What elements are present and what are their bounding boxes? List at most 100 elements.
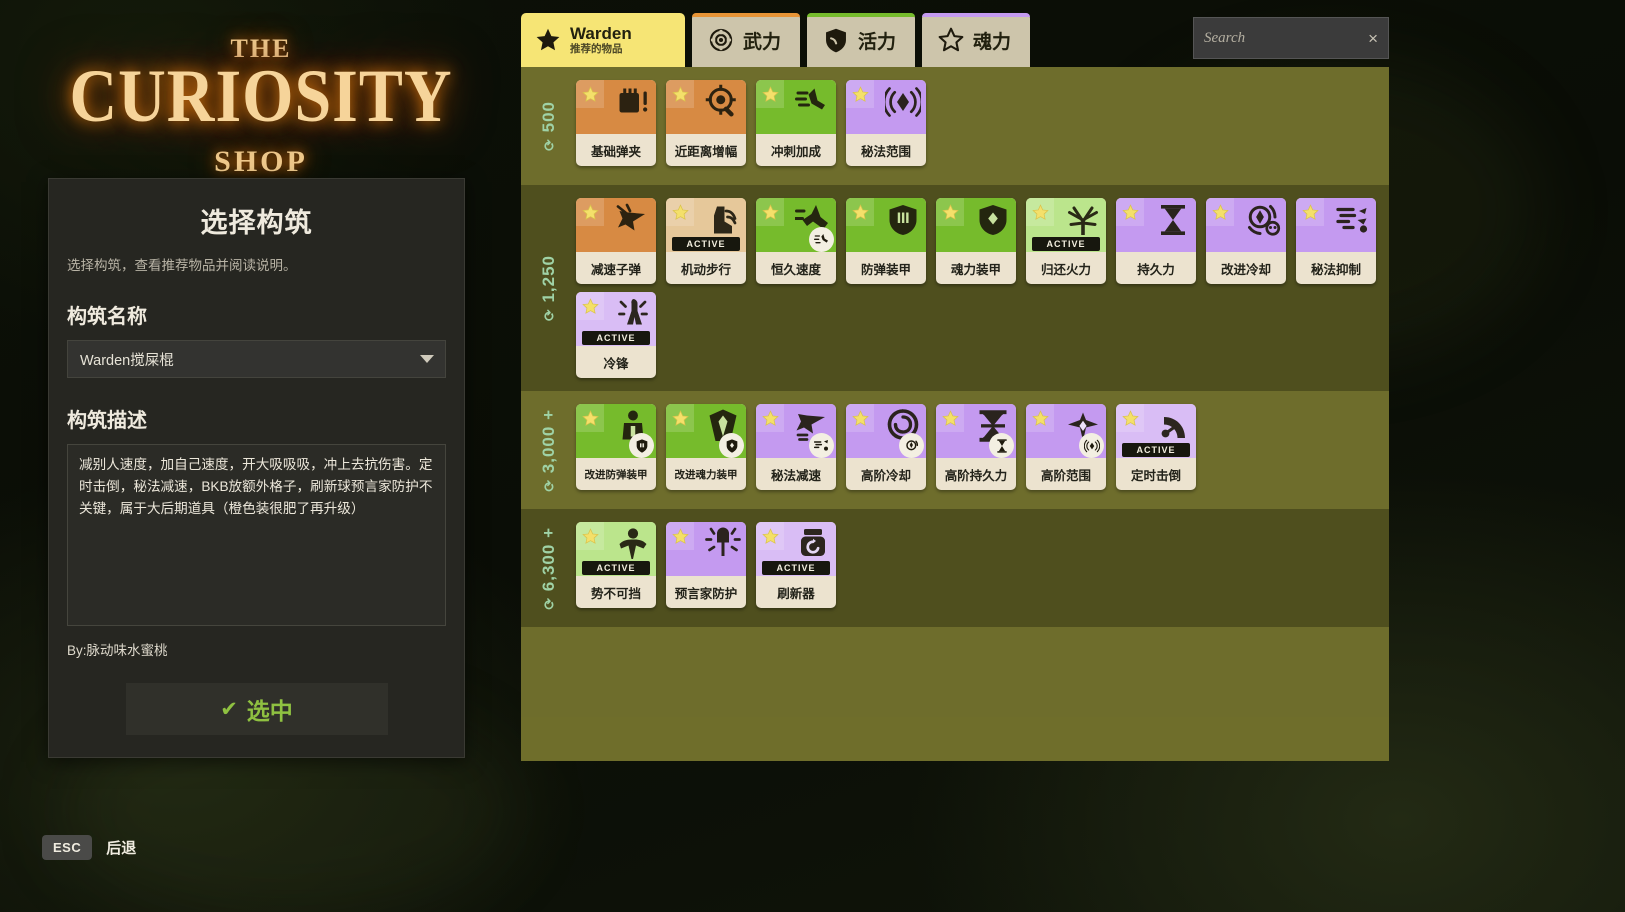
item-grid: ⟳ 500 基础弹夹 近距离增幅 冲刺加成 秘法范围 ⟳ 1,250 减速子弹 ACTIVE 机… <box>521 67 1389 761</box>
item-card[interactable]: 改进魂力装甲 <box>666 404 746 490</box>
suppress-icon <box>1335 202 1371 238</box>
item-name: 秘法抑制 <box>1310 262 1361 277</box>
item-card[interactable]: 恒久速度 <box>756 198 836 284</box>
item-card[interactable]: 基础弹夹 <box>576 80 656 166</box>
item-card[interactable]: 秘法抑制 <box>1296 198 1376 284</box>
item-name: 秘法范围 <box>860 144 911 159</box>
item-art <box>1116 198 1196 252</box>
badge-spirit-icon <box>719 433 744 458</box>
item-name: 改进冷却 <box>1220 262 1271 277</box>
active-badge: ACTIVE <box>672 237 740 251</box>
tab-warden[interactable]: Warden 推荐的物品 <box>521 13 685 67</box>
recommended-star-icon <box>1116 404 1144 432</box>
build-name-value: Warden搅屎棍 <box>80 352 174 369</box>
item-card[interactable]: 改进防弹装甲 <box>576 404 656 490</box>
cold-front-icon <box>615 296 651 332</box>
item-art <box>1296 198 1376 252</box>
price-tier-row: ⟳ 6,300 + ACTIVE 势不可挡 预言家防护 ACTIVE 刷新器 <box>521 509 1389 627</box>
search-input[interactable] <box>1204 29 1363 47</box>
item-name: 改进魂力装甲 <box>674 468 738 481</box>
search-box[interactable]: × <box>1193 17 1389 59</box>
price-tier-label-col: ⟳ 6,300 + <box>521 522 576 614</box>
item-name: 高阶持久力 <box>944 468 1008 483</box>
item-card[interactable]: 秘法范围 <box>846 80 926 166</box>
esc-label: 后退 <box>106 840 137 857</box>
item-name: 刷新器 <box>777 586 815 601</box>
item-art <box>756 404 836 458</box>
select-build-button[interactable]: ✔ 选中 <box>125 683 388 735</box>
item-art <box>576 198 656 252</box>
item-card[interactable]: ACTIVE 定时击倒 <box>1116 404 1196 490</box>
badge-shield-icon <box>629 433 654 458</box>
spirit-shield-icon <box>975 202 1011 238</box>
tab-label: 活力 <box>858 31 897 53</box>
item-card[interactable]: 持久力 <box>1116 198 1196 284</box>
price-tier-label: ⟳ 1,250 <box>538 255 558 321</box>
item-art <box>756 198 836 252</box>
item-art <box>936 404 1016 458</box>
esc-key-badge: ESC <box>42 835 93 860</box>
item-card[interactable]: 预言家防护 <box>666 522 746 608</box>
recommended-star-icon <box>756 522 784 550</box>
item-card[interactable]: 冲刺加成 <box>756 80 836 166</box>
item-art: ACTIVE <box>1026 198 1106 252</box>
item-card[interactable]: 防弹装甲 <box>846 198 926 284</box>
item-card[interactable]: 高阶持久力 <box>936 404 1016 490</box>
item-card[interactable]: ACTIVE 机动步行 <box>666 198 746 284</box>
item-card[interactable]: 高阶冷却 <box>846 404 926 490</box>
item-card[interactable]: 减速子弹 <box>576 198 656 284</box>
item-art <box>666 404 746 458</box>
item-art <box>666 522 746 576</box>
close-icon[interactable]: × <box>1362 30 1378 47</box>
active-badge: ACTIVE <box>582 561 650 575</box>
item-name: 高阶范围 <box>1040 468 1091 483</box>
logo-line-curiosity: CURIOSITY <box>69 54 453 138</box>
price-tier-label-col: ⟳ 500 <box>521 80 576 172</box>
item-card[interactable]: 改进冷却 <box>1206 198 1286 284</box>
recommended-star-icon <box>1296 198 1324 226</box>
price-tier-label: ⟳ 500 <box>538 101 558 151</box>
recommended-star-icon <box>756 198 784 226</box>
back-hint[interactable]: ESC 后退 <box>42 835 136 860</box>
item-card[interactable]: 近距离增幅 <box>666 80 746 166</box>
item-card[interactable]: 秘法减速 <box>756 404 836 490</box>
price-tier-label-col: ⟳ 1,250 <box>521 198 576 378</box>
tier-items: 基础弹夹 近距离增幅 冲刺加成 秘法范围 <box>576 80 936 166</box>
item-card[interactable]: 高阶范围 <box>1026 404 1106 490</box>
item-art: ACTIVE <box>576 522 656 576</box>
phantom-strike-icon <box>705 526 741 562</box>
recommended-star-icon <box>1116 198 1144 226</box>
item-art <box>1026 404 1106 458</box>
active-badge: ACTIVE <box>1032 237 1100 251</box>
recommended-star-icon <box>936 198 964 226</box>
build-desc-label: 构筑描述 <box>67 410 147 432</box>
item-art <box>846 80 926 134</box>
recommended-star-icon <box>666 404 694 432</box>
build-author: By:脉动味水蜜桃 <box>67 643 168 658</box>
item-card[interactable]: ACTIVE 冷锋 <box>576 292 656 378</box>
chevron-down-icon <box>420 355 434 363</box>
item-name: 预言家防护 <box>674 586 738 601</box>
item-art: ACTIVE <box>756 522 836 576</box>
item-name: 减速子弹 <box>590 262 641 277</box>
tab-label: 武力 <box>743 31 782 53</box>
build-name-select[interactable]: Warden搅屎棍 <box>67 340 446 378</box>
recommended-star-icon <box>1026 198 1054 226</box>
item-card[interactable]: ACTIVE 势不可挡 <box>576 522 656 608</box>
tab-vitality[interactable]: 活力 <box>807 13 915 67</box>
tab-weapon[interactable]: 武力 <box>692 13 800 67</box>
item-card[interactable]: ACTIVE 归还火力 <box>1026 198 1106 284</box>
build-description: 减别人速度，加自己速度，开大吸吸吸，冲上去抗伤害。定时击倒，秘法减速，BKB放额… <box>67 444 446 626</box>
hourglass-icon <box>1155 202 1191 238</box>
bullet-shield-icon <box>885 202 921 238</box>
item-card[interactable]: 魂力装甲 <box>936 198 1016 284</box>
tab-sublabel: 推荐的物品 <box>570 43 623 56</box>
recommended-star-icon <box>666 522 694 550</box>
badge-slow-icon <box>809 433 834 458</box>
item-name: 机动步行 <box>680 262 731 277</box>
logo-line-shop: SHOP <box>214 144 308 178</box>
item-name: 基础弹夹 <box>590 144 641 159</box>
price-tier-row: ⟳ 500 基础弹夹 近距离增幅 冲刺加成 秘法范围 <box>521 67 1389 185</box>
item-card[interactable]: ACTIVE 刷新器 <box>756 522 836 608</box>
tab-spirit[interactable]: 魂力 <box>922 13 1030 67</box>
